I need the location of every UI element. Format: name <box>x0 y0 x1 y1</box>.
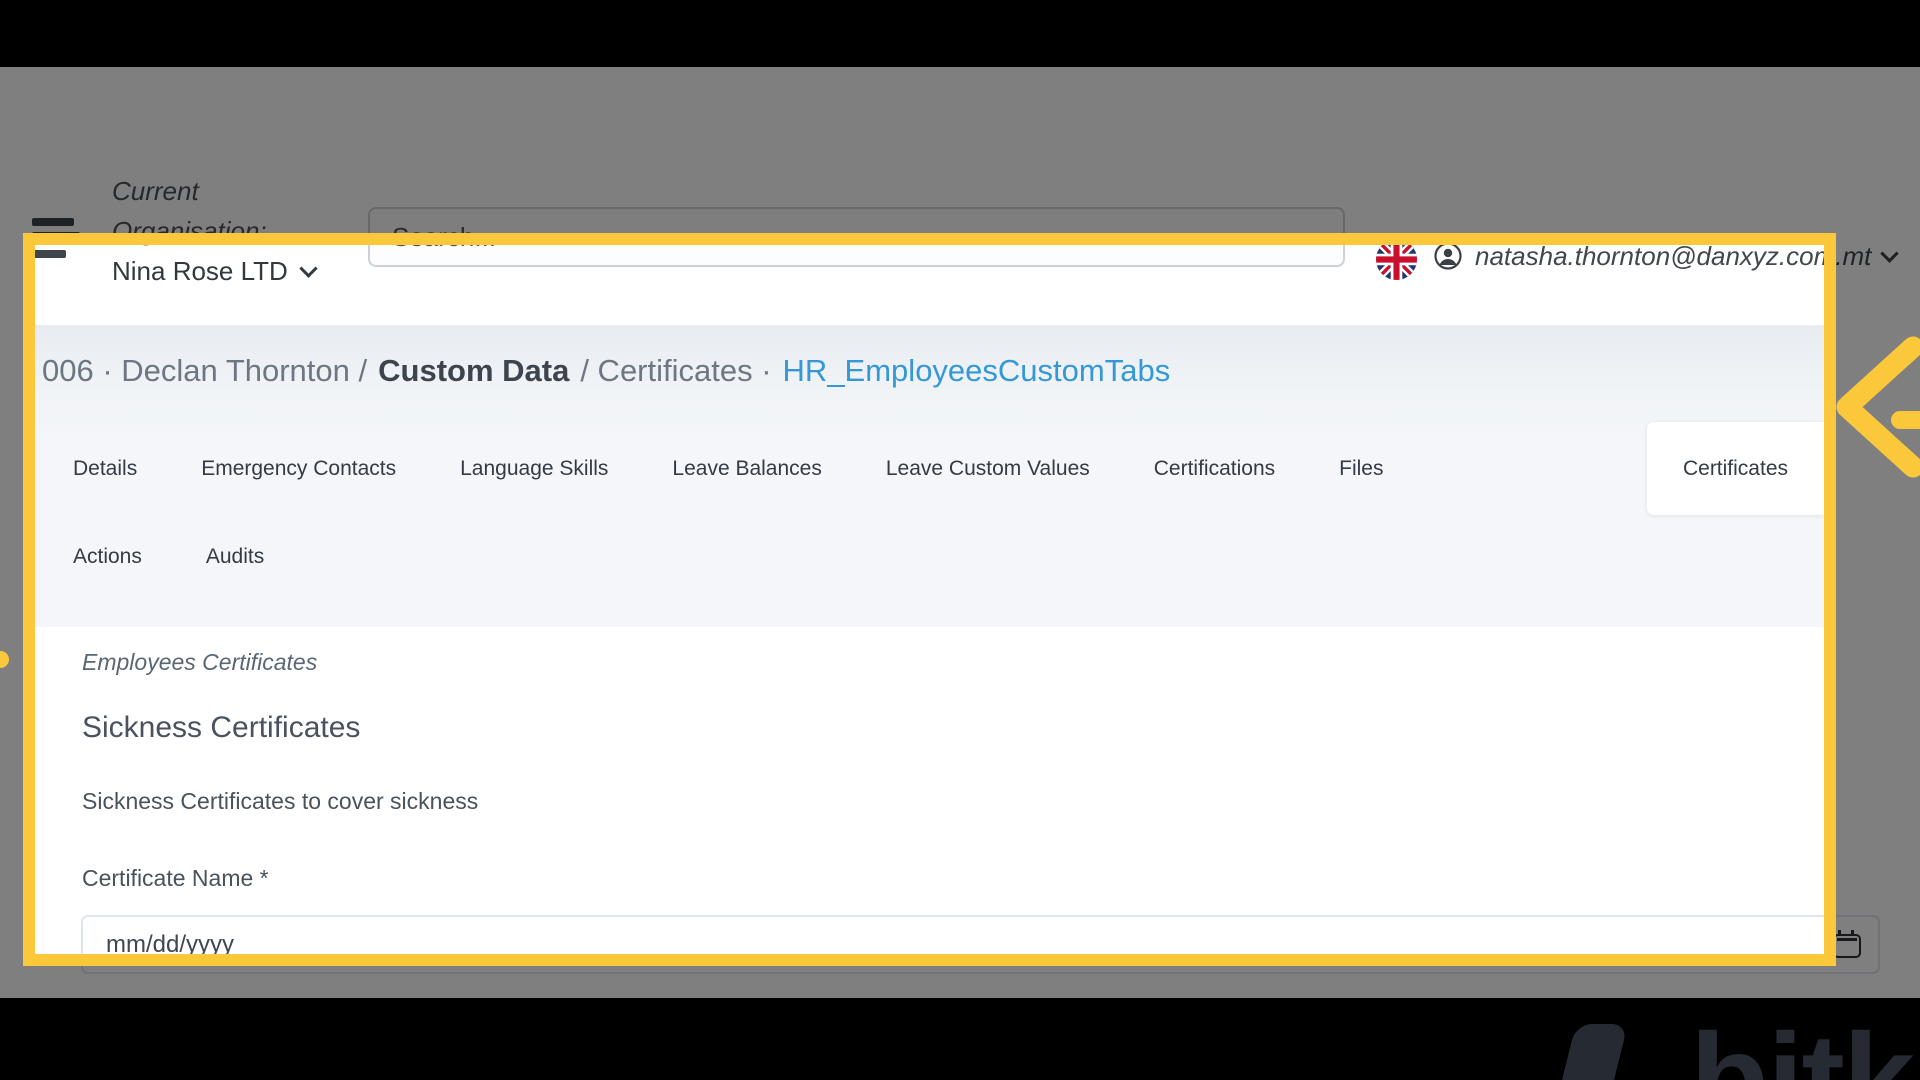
breadcrumb: 006 · Declan Thornton / Custom Data / Ce… <box>42 353 1170 389</box>
bitk-logo-icon <box>1556 1024 1628 1080</box>
user-circle-icon[interactable] <box>1434 242 1462 270</box>
tab-leave-custom-values[interactable]: Leave Custom Values <box>886 457 1090 481</box>
tab-language-skills[interactable]: Language Skills <box>460 457 608 481</box>
chevron-down-icon <box>1880 244 1900 263</box>
tab-certificates-label: Certificates <box>1682 456 1788 480</box>
organisation-label-line2: Organisation: <box>112 216 267 246</box>
tab-leave-balances[interactable]: Leave Balances <box>672 457 821 481</box>
global-search <box>368 207 1345 267</box>
search-input[interactable] <box>370 209 1343 265</box>
user-menu[interactable]: natasha.thornton@danxyz.com.mt <box>1475 241 1900 272</box>
hamburger-bar <box>32 232 80 241</box>
organisation-selector[interactable]: Nina Rose LTD <box>112 251 318 291</box>
breadcrumb-certificates[interactable]: / Certificates · <box>580 353 771 389</box>
breadcrumb-link[interactable]: HR_EmployeesCustomTabs <box>783 353 1171 389</box>
uk-flag-icon[interactable] <box>1376 239 1417 280</box>
tab-row-1: Details Emergency Contacts Language Skil… <box>73 422 1824 515</box>
chevron-down-icon <box>299 258 318 278</box>
tab-details[interactable]: Details <box>73 457 137 481</box>
tab-actions[interactable]: Actions <box>73 545 142 569</box>
current-organisation: Current Organisation: Nina Rose LTD <box>112 171 318 291</box>
certificate-date-input[interactable] <box>81 915 1880 974</box>
hamburger-bar <box>32 218 74 226</box>
app-window: Current Organisation: Nina Rose LTD Sear… <box>0 67 1920 1040</box>
tab-certificates-active[interactable]: Certificates <box>1646 422 1824 515</box>
breadcrumb-custom-data[interactable]: Custom Data <box>378 353 569 389</box>
organisation-label-line1: Current <box>112 176 199 206</box>
tab-audits[interactable]: Audits <box>206 545 264 569</box>
section-subtitle: Employees Certificates <box>82 649 318 675</box>
calendar-icon[interactable] <box>1833 930 1861 958</box>
organisation-name: Nina Rose LTD <box>112 256 288 286</box>
section-title: Sickness Certificates <box>82 711 361 744</box>
breadcrumb-employee[interactable]: 006 · Declan Thornton / <box>42 353 367 389</box>
tab-files[interactable]: Files <box>1339 457 1383 481</box>
screenshot-stage: Current Organisation: Nina Rose LTD Sear… <box>0 0 1920 1080</box>
letterbox-bottom: bitk <box>0 998 1920 1080</box>
tab-row-2: Actions Audits <box>73 533 264 581</box>
letterbox-top <box>0 0 1920 67</box>
certificate-name-label: Certificate Name * <box>82 865 269 891</box>
bitk-logo-text: bitk <box>1690 1006 1915 1080</box>
hamburger-menu-icon[interactable] <box>32 218 82 260</box>
section-description: Sickness Certificates to cover sickness <box>82 788 479 814</box>
user-email: natasha.thornton@danxyz.com.mt <box>1475 241 1872 271</box>
tab-emergency-contacts[interactable]: Emergency Contacts <box>201 457 396 481</box>
hamburger-bar <box>32 250 66 258</box>
caret-down-icon[interactable] <box>1303 235 1319 244</box>
page-header-band: 006 · Declan Thornton / Custom Data / Ce… <box>35 325 1824 627</box>
tab-certifications[interactable]: Certifications <box>1154 457 1275 481</box>
